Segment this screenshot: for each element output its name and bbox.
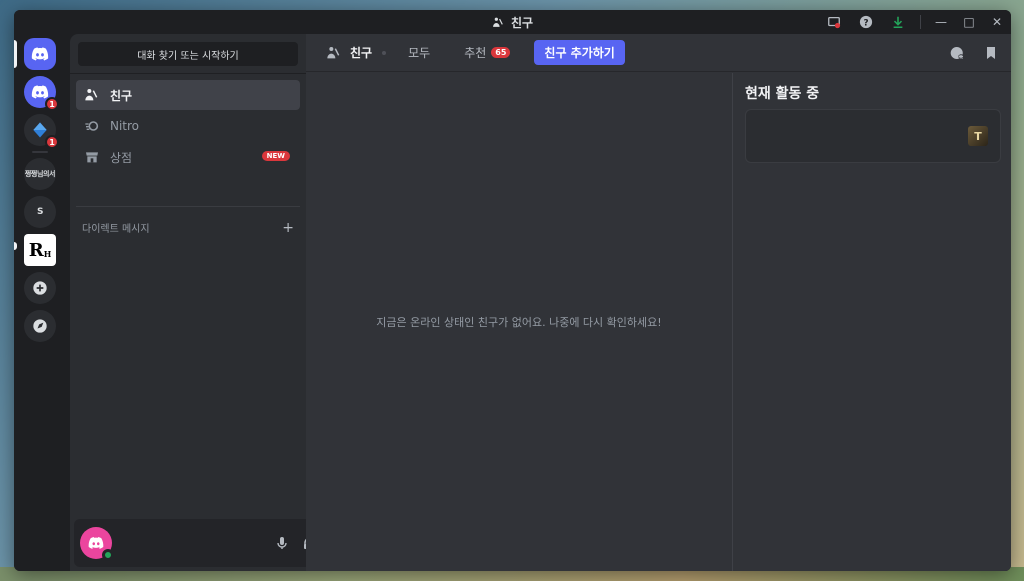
unread-indicator [14,242,17,250]
inbox-icon [828,16,841,29]
minimize-button[interactable]: — [927,10,955,34]
online-status-dot [102,549,114,561]
tab-label: 모두 [408,46,431,60]
bookmark-icon [987,47,995,59]
dm-header: 다이렉트 메시지 + [82,220,294,236]
compass-icon [33,319,47,333]
friends-icon [85,89,98,101]
discord-window: 친구 ? — □ ✕ 1 1 쩡쩡님의서 S R H 대화 찾기 또는 시작하기… [14,10,1011,571]
add-friend-button[interactable]: 친구 추가하기 [534,40,625,65]
active-now-title: 현재 활동 중 [745,86,820,102]
server-sublabel: H [43,249,52,259]
friends-icon [327,46,340,58]
new-badge: NEW [261,151,290,161]
topbar-actions [945,34,1003,72]
sidebar-item-shop[interactable]: 상점 NEW [76,142,300,172]
server-label: R [28,239,44,261]
discover-button[interactable] [24,310,56,342]
empty-state-message: 지금은 온라인 상태인 친구가 없어요. 나중에 다시 확인하세요! [376,316,662,329]
sidebar-item-nitro[interactable]: Nitro [76,111,300,141]
add-server-button[interactable] [24,272,56,304]
page-title: 친구 [326,44,372,61]
selected-indicator [14,40,17,68]
conversation-search-button[interactable]: 대화 찾기 또는 시작하기 [78,42,298,66]
window-title: 친구 [492,14,533,31]
sidebar-item-label: 상점 [110,150,133,165]
friends-icon [493,17,503,27]
tab-suggestions[interactable]: 추천 65 [454,41,520,64]
sidebar-item-friends[interactable]: 친구 [76,80,300,110]
microphone-icon [277,537,287,549]
title-actions: ? — □ ✕ [818,10,1011,34]
title-dot-separator [382,50,387,55]
download-icon [893,16,903,29]
svg-text:?: ? [863,19,868,29]
server-3[interactable]: 쩡쩡님의서 [24,158,56,190]
unread-badge: 1 [45,135,59,149]
server-5[interactable]: RH [24,234,56,266]
server-2[interactable]: 1 [24,114,59,149]
sidebar-item-label: 친구 [110,88,133,103]
main-area: 친구 모두 추천 65 친구 추가하기 지금은 온라인 상태인 친구가 없어요.… [306,34,1011,571]
inbox-button[interactable] [818,10,850,34]
server-rail: 1 1 쩡쩡님의서 S RH [14,34,70,571]
channel-sidebar: 대화 찾기 또는 시작하기 친구 Nitro 상점 NEW 다이렉트 메시지 + [70,34,360,571]
download-button[interactable] [882,10,914,34]
tab-all[interactable]: 모두 [398,41,440,64]
friends-topbar: 친구 모두 추천 65 친구 추가하기 [306,34,1011,72]
page-title-text: 친구 [350,46,373,60]
inbox-bookmark-button[interactable] [979,41,1003,65]
sidebar-item-label: Nitro [110,119,140,133]
friends-list-area: 지금은 온라인 상태인 친구가 없어요. 나중에 다시 확인하세요! [306,73,732,571]
sidebar-separator [76,206,300,207]
game-icon: T [968,126,988,146]
title-bar: 친구 ? — □ ✕ [14,10,1011,34]
help-button[interactable]: ? [850,10,882,34]
server-label: 쩡쩡님의서 [24,170,56,178]
dm-header-label: 다이렉트 메시지 [82,224,150,235]
active-now-panel: 현재 활동 중 T [732,73,1011,571]
window-title-text: 친구 [510,15,534,30]
sidebar-divider [70,73,306,74]
tab-label: 추천 [464,46,487,60]
new-group-dm-icon [950,46,964,59]
discord-logo-icon [31,47,49,61]
server-1[interactable]: 1 [24,76,59,111]
maximize-button[interactable]: □ [955,10,983,34]
close-button[interactable]: ✕ [983,10,1011,34]
server-4[interactable]: S [24,196,56,228]
nitro-icon [85,121,99,131]
discord-logo-icon [88,537,104,549]
server-label: S [36,207,44,217]
help-icon: ? [859,15,873,29]
activity-card[interactable]: T [745,109,1001,163]
create-dm-button[interactable]: + [282,221,294,235]
unread-badge: 1 [45,97,59,111]
home-button[interactable] [24,38,56,70]
shop-icon [86,152,98,163]
new-group-dm-button[interactable] [945,41,969,65]
title-separator [920,15,921,29]
suggestion-count-badge: 65 [491,47,511,58]
mute-button[interactable] [270,531,294,555]
plus-circle-icon [33,281,47,295]
rail-separator [32,151,48,153]
